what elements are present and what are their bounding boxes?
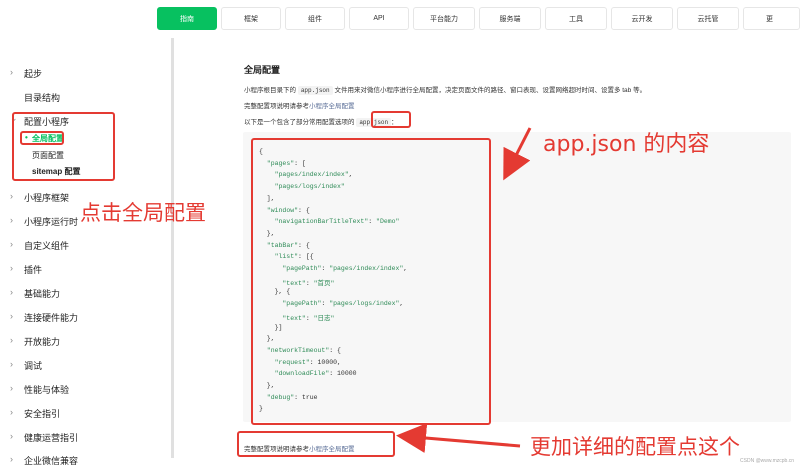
annotation-arrows	[396, 127, 532, 453]
annotation-app-json: app.json 的内容	[543, 132, 710, 157]
annotation-more-detail: 更加详细的配置点这个	[530, 435, 740, 459]
annotation-click-global: 点击全局配置	[80, 201, 206, 225]
arrow-to-code	[503, 127, 532, 181]
arrow-to-link	[396, 423, 521, 453]
watermark: CSDN @www.mzcpb.cn	[740, 458, 794, 464]
